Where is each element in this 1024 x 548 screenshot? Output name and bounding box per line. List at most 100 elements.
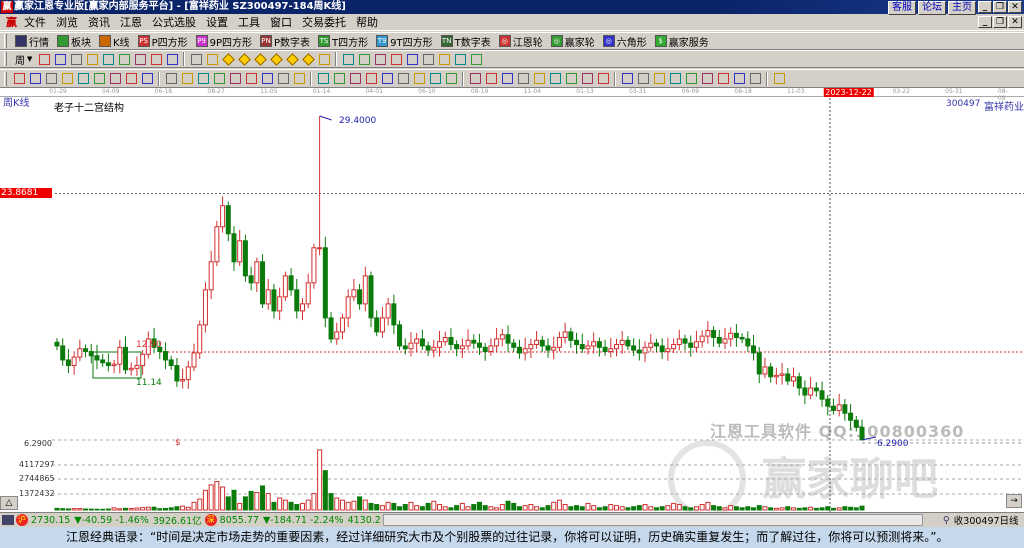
z-icon[interactable]	[500, 72, 514, 86]
fan5-icon[interactable]	[700, 72, 714, 86]
link-home[interactable]: 主页	[948, 1, 976, 15]
truck-icon[interactable]	[469, 52, 483, 66]
menu-tools[interactable]: 工具	[233, 14, 265, 30]
node-icon[interactable]	[373, 52, 387, 66]
toolbar-button-tn[interactable]: TN T数字表	[437, 34, 495, 49]
period-dropdown[interactable]: 周 ▼	[11, 52, 36, 67]
spiral-icon[interactable]	[380, 72, 394, 86]
diamond1-icon[interactable]	[221, 52, 235, 66]
zigzag-icon[interactable]	[412, 72, 426, 86]
calc-icon[interactable]	[2, 515, 14, 525]
diamond4-icon[interactable]	[269, 52, 283, 66]
diamond2-icon[interactable]	[237, 52, 251, 66]
minimize-button[interactable]: _	[978, 1, 992, 13]
sh-index-icon[interactable]: 沪	[16, 514, 28, 526]
r-icon[interactable]	[516, 72, 530, 86]
pct-line-icon[interactable]	[548, 72, 562, 86]
gold-line-icon[interactable]	[580, 72, 594, 86]
chart-area[interactable]: 01-29 04-09 06-18 08-27 11-05 01-14 04-01 06-10…	[0, 88, 1024, 518]
first-icon[interactable]	[149, 52, 163, 66]
table2-icon[interactable]	[444, 72, 458, 86]
menu-gann[interactable]: 江恩	[115, 14, 147, 30]
collapse-button[interactable]: △	[0, 496, 18, 510]
book-icon[interactable]	[437, 52, 451, 66]
prev-icon[interactable]	[189, 52, 203, 66]
square-icon[interactable]	[332, 72, 346, 86]
child-restore-button[interactable]: ❐	[993, 16, 1007, 28]
wave-icon[interactable]	[357, 52, 371, 66]
toolbar-button-t9[interactable]: T9 9T四方形	[372, 34, 436, 49]
box-icon[interactable]	[228, 72, 242, 86]
toolbar-button-pn[interactable]: PN P数字表	[256, 34, 314, 49]
grid-lines-icon[interactable]	[28, 72, 42, 86]
diamond5-icon[interactable]	[285, 52, 299, 66]
toolbar-button-ps[interactable]: PS P四方形	[134, 34, 192, 49]
lines-icon[interactable]	[468, 72, 482, 86]
n2-icon[interactable]	[164, 72, 178, 86]
toolbar-button-kline[interactable]: K线	[95, 34, 134, 49]
gold2-icon[interactable]	[60, 72, 74, 86]
sz-index-icon[interactable]: 深	[204, 514, 217, 526]
calendar-icon[interactable]	[405, 52, 419, 66]
range-icon[interactable]	[316, 72, 330, 86]
save-icon[interactable]	[453, 52, 467, 66]
bars2-icon[interactable]	[85, 52, 99, 66]
target-icon[interactable]	[196, 72, 210, 86]
list-icon[interactable]	[53, 52, 67, 66]
draw-icon[interactable]	[108, 72, 122, 86]
toolbar-button-p9[interactable]: P9 9P四方形	[192, 34, 256, 49]
flag-icon[interactable]	[133, 52, 147, 66]
pen2-icon[interactable]	[596, 72, 610, 86]
restore-button[interactable]: ❐	[993, 1, 1007, 13]
infinity-icon[interactable]	[772, 72, 786, 86]
diamond3-icon[interactable]	[253, 52, 267, 66]
b-icon[interactable]	[484, 72, 498, 86]
rights-icon[interactable]	[117, 52, 131, 66]
red-box-icon[interactable]	[276, 72, 290, 86]
web-icon[interactable]	[364, 72, 378, 86]
menu-window[interactable]: 窗口	[265, 14, 297, 30]
toolbar-button-hexagon[interactable]: ◎ 六角形	[599, 34, 651, 49]
fork-icon[interactable]	[76, 72, 90, 86]
menu-settings[interactable]: 设置	[201, 14, 233, 30]
mesh-icon[interactable]	[292, 72, 306, 86]
close-button[interactable]: ✕	[1008, 1, 1022, 13]
toolbar-button-gann-wheel[interactable]: ◎ 江恩轮	[495, 34, 547, 49]
angle-icon[interactable]	[180, 72, 194, 86]
fan6-icon[interactable]	[716, 72, 730, 86]
red-grid-icon[interactable]	[260, 72, 274, 86]
hand-icon[interactable]	[317, 52, 331, 66]
link-forum[interactable]: 论坛	[918, 1, 946, 15]
fan4-icon[interactable]	[684, 72, 698, 86]
arc-icon[interactable]	[92, 72, 106, 86]
chart-icon[interactable]	[37, 52, 51, 66]
candle-icon[interactable]	[101, 52, 115, 66]
child-minimize-button[interactable]: _	[978, 16, 992, 28]
toolbar-button-grid[interactable]: 行情	[11, 34, 53, 49]
coin-icon[interactable]	[564, 72, 578, 86]
gold-t-icon[interactable]	[636, 72, 650, 86]
menu-browse[interactable]: 浏览	[51, 14, 83, 30]
link-service[interactable]: 客服	[888, 1, 916, 15]
toolbar-button-blocks[interactable]: 板块	[53, 34, 95, 49]
calculator-icon[interactable]	[421, 52, 435, 66]
angle2-icon[interactable]	[396, 72, 410, 86]
table-icon[interactable]	[428, 72, 442, 86]
crosshair-icon[interactable]	[341, 52, 355, 66]
menu-help[interactable]: 帮助	[351, 14, 383, 30]
horizontal-scrollbar[interactable]	[382, 514, 923, 526]
wedge-icon[interactable]	[244, 72, 258, 86]
fan7-icon[interactable]	[732, 72, 746, 86]
menu-trade[interactable]: 交易委托	[297, 14, 351, 30]
last-icon[interactable]	[165, 52, 179, 66]
bars-icon[interactable]	[69, 52, 83, 66]
diamond6-icon[interactable]	[301, 52, 315, 66]
percent-icon[interactable]	[532, 72, 546, 86]
circle-icon[interactable]	[124, 72, 138, 86]
fan3-icon[interactable]	[668, 72, 682, 86]
calc1-icon[interactable]	[389, 52, 403, 66]
pen-icon[interactable]	[12, 72, 26, 86]
toolbar-button-ts[interactable]: TS T四方形	[314, 34, 372, 49]
next-icon[interactable]	[205, 52, 219, 66]
fan2-icon[interactable]	[652, 72, 666, 86]
